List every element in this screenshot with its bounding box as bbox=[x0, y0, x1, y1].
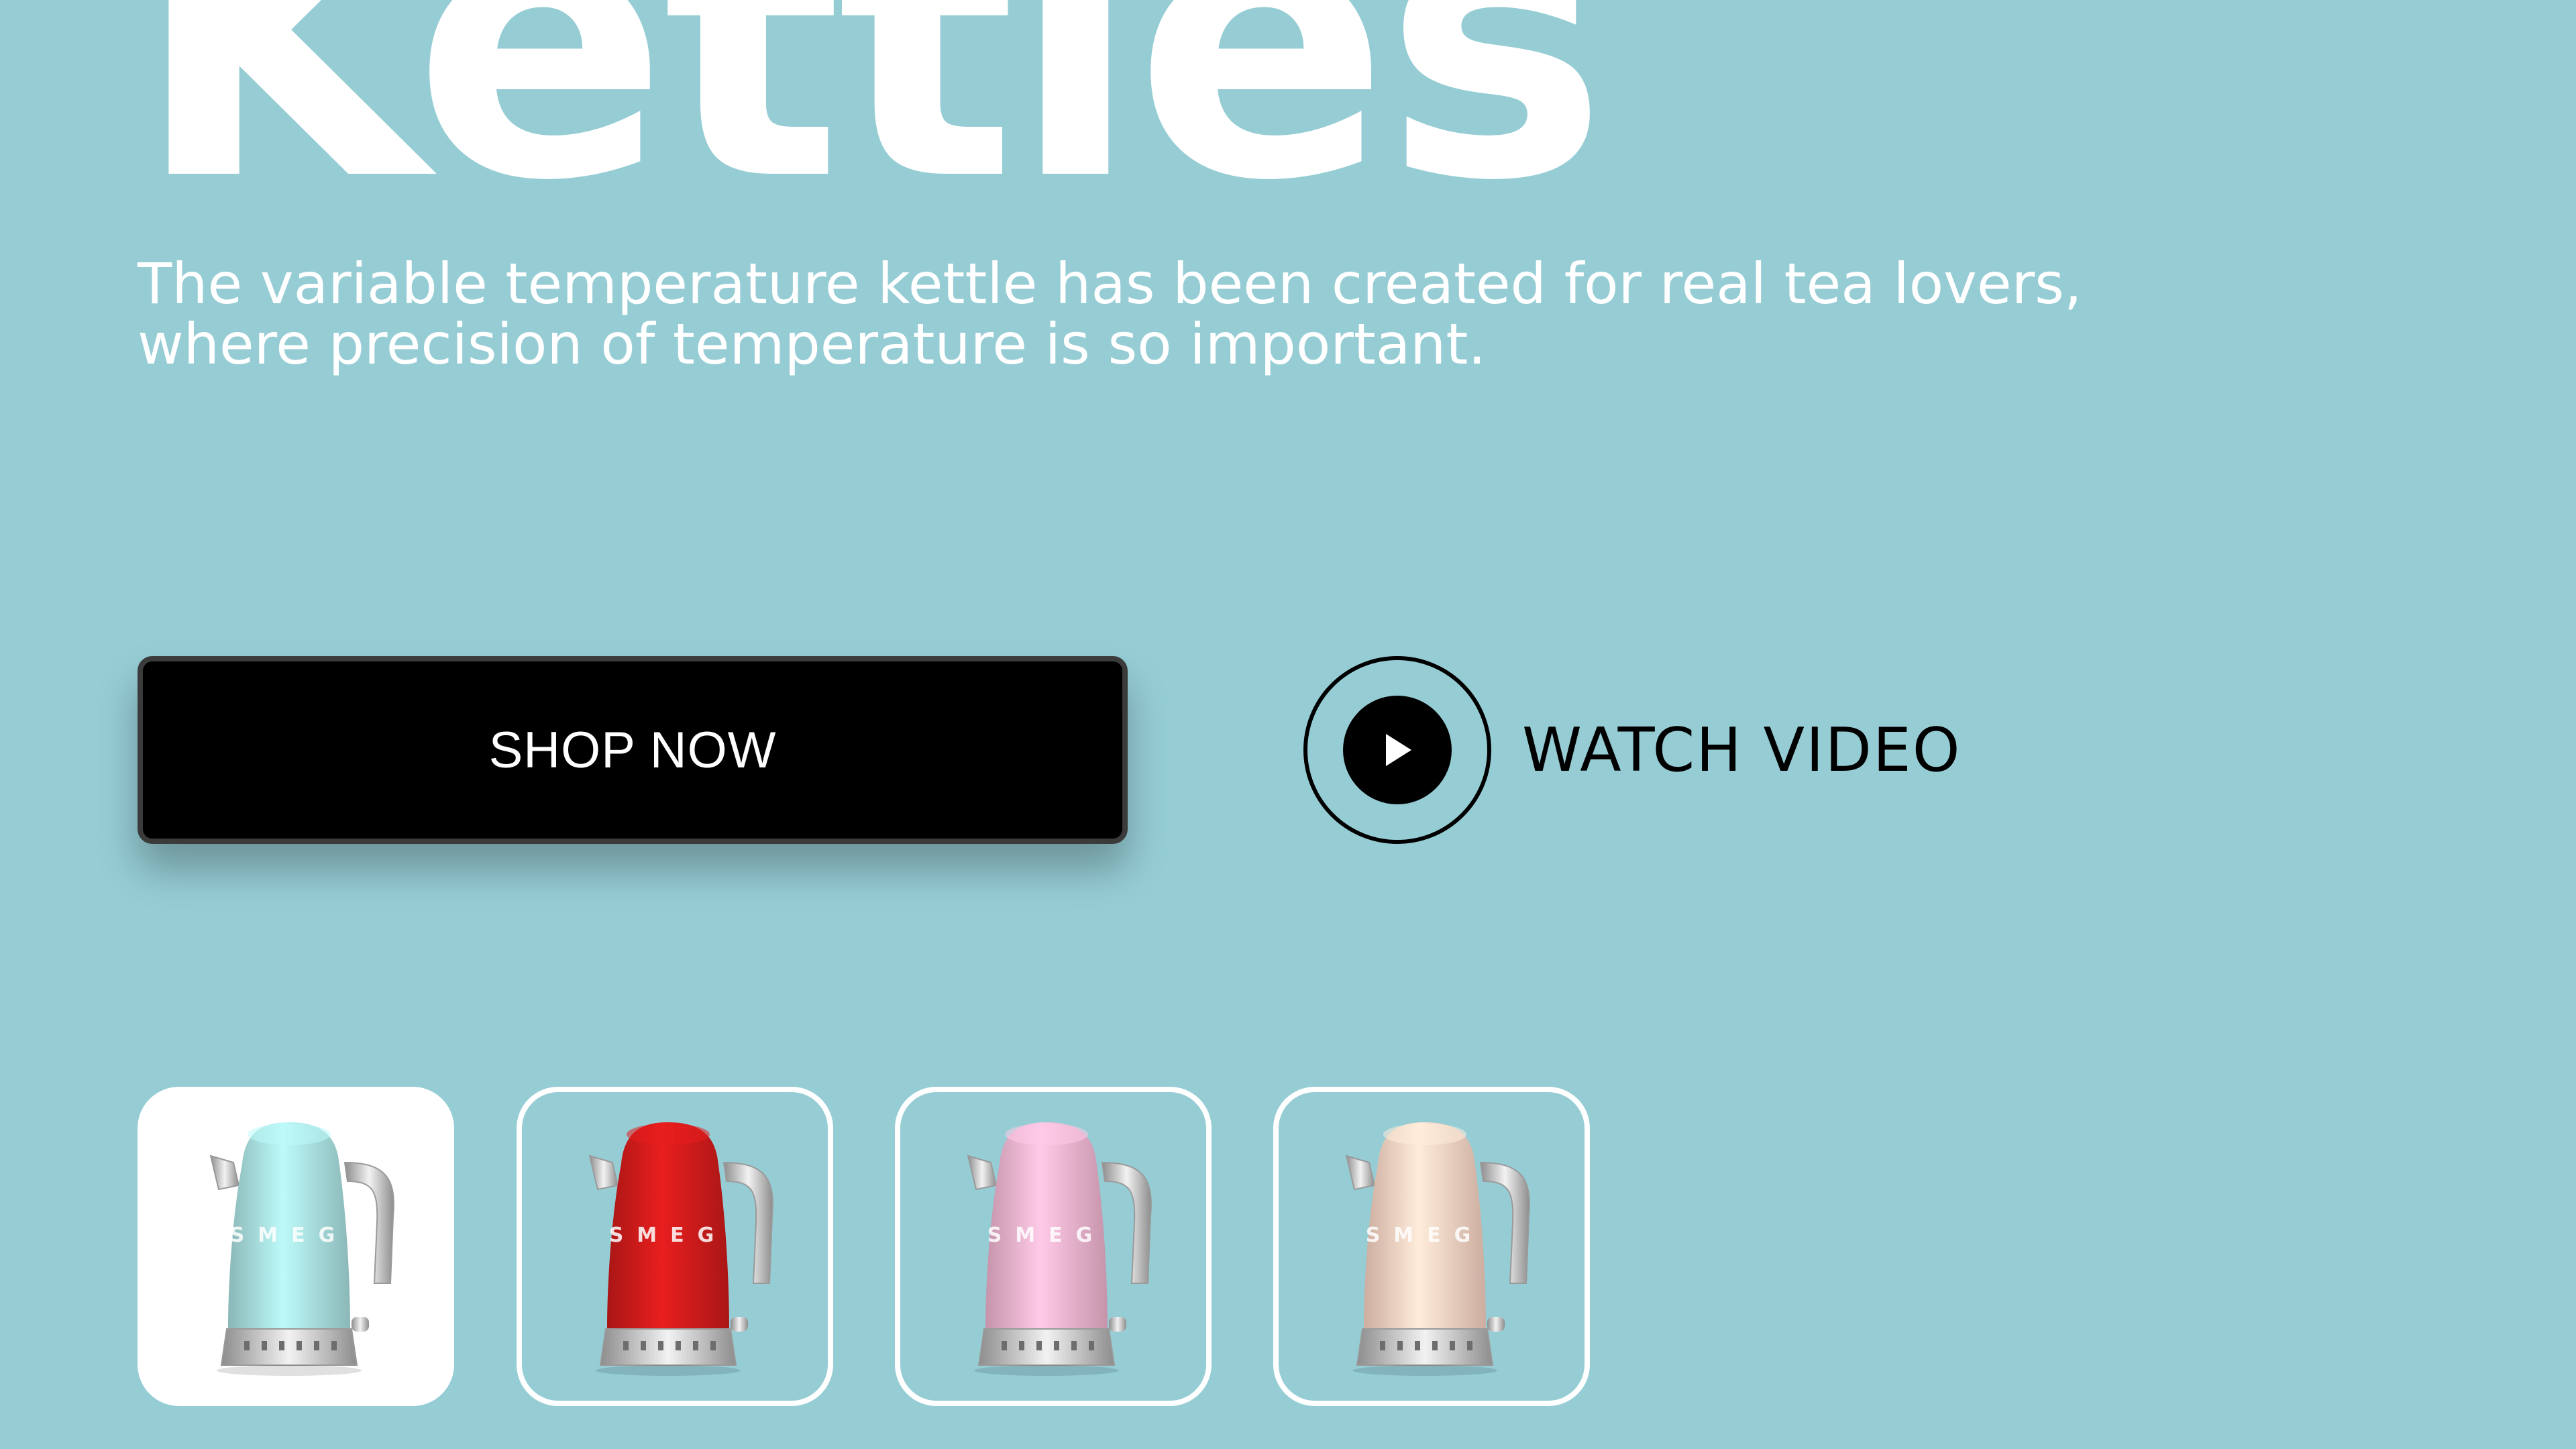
kettle-image: SMEG bbox=[1345, 1122, 1530, 1376]
page-title: Kettles bbox=[134, 0, 1607, 263]
kettle-image: SMEG bbox=[967, 1122, 1152, 1376]
shop-now-label: SHOP NOW bbox=[488, 721, 777, 779]
hero-description-line-2: where precision of temperature is so imp… bbox=[138, 311, 1487, 377]
kettle-image: SMEG bbox=[209, 1122, 394, 1376]
play-triangle-icon bbox=[1386, 734, 1411, 766]
watch-video-button[interactable]: WATCH VIDEO bbox=[1303, 656, 1962, 844]
kettle-thumbnail[interactable]: SMEG bbox=[895, 1087, 1212, 1406]
svg-text:SMEG: SMEG bbox=[230, 1224, 349, 1247]
watch-video-label: WATCH VIDEO bbox=[1522, 714, 1962, 786]
svg-text:SMEG: SMEG bbox=[609, 1224, 728, 1247]
play-button-ring[interactable] bbox=[1303, 656, 1491, 844]
svg-text:SMEG: SMEG bbox=[987, 1224, 1106, 1247]
hero-description: The variable temperature kettle has been… bbox=[138, 254, 2351, 374]
svg-text:SMEG: SMEG bbox=[1366, 1224, 1485, 1247]
hero-description-line-1: The variable temperature kettle has been… bbox=[138, 251, 2082, 317]
kettle-thumbnail[interactable]: SMEG bbox=[1273, 1087, 1590, 1406]
shop-now-button[interactable]: SHOP NOW bbox=[138, 656, 1128, 844]
kettle-thumbnail[interactable]: SMEG bbox=[517, 1087, 833, 1406]
kettle-thumbnail[interactable]: SMEG bbox=[138, 1087, 454, 1406]
play-icon bbox=[1343, 696, 1452, 804]
kettle-image: SMEG bbox=[588, 1122, 773, 1376]
